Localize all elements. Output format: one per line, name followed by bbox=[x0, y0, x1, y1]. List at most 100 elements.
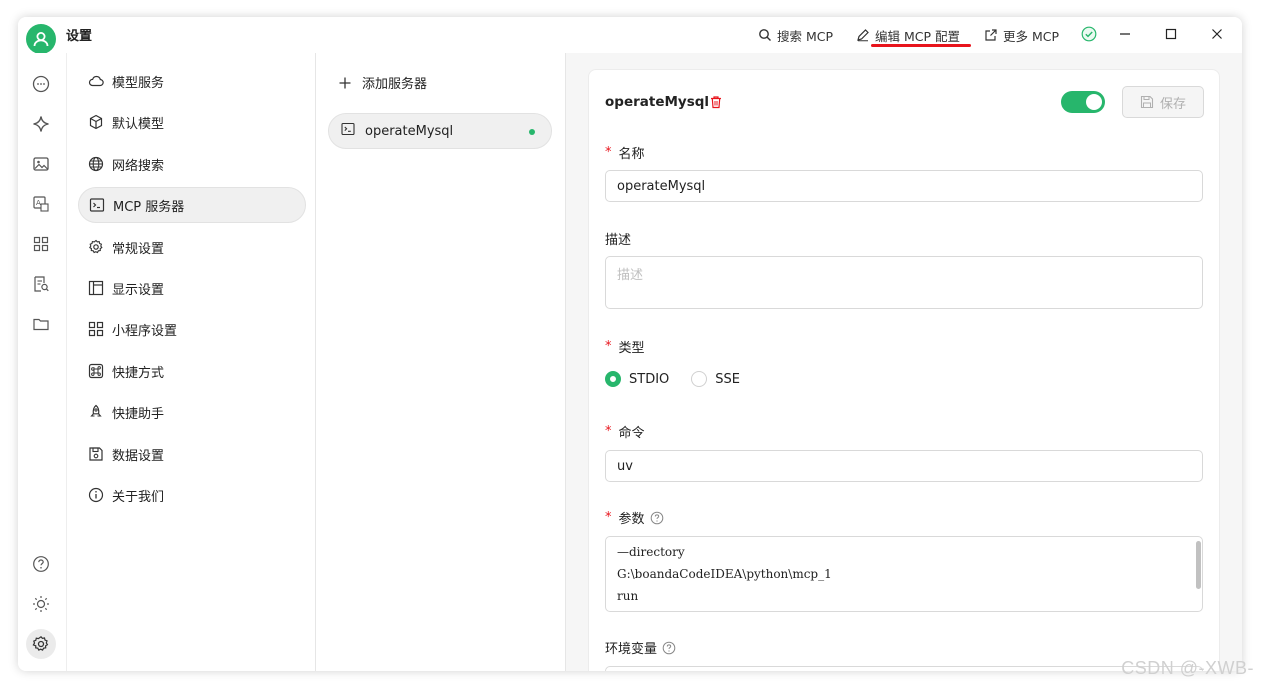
env-help-icon[interactable] bbox=[662, 641, 676, 655]
args-line: G:\boandaCodeIDEA\python\mcp_1 bbox=[617, 567, 832, 581]
description-field[interactable]: 描述 bbox=[605, 256, 1203, 309]
args-help-icon[interactable] bbox=[650, 511, 664, 525]
terminal-icon bbox=[89, 197, 105, 213]
args-label-text: 参数 bbox=[618, 512, 645, 527]
terminal-icon bbox=[341, 122, 355, 140]
server-config-card: operateMysql 保存 * 名称 operateMysql 描述 描述 *… bbox=[588, 69, 1220, 671]
radio-sse[interactable] bbox=[691, 371, 708, 387]
save-button[interactable]: 保存 bbox=[1122, 86, 1204, 118]
server-item-operatemysql[interactable]: operateMysql bbox=[328, 113, 552, 149]
menu-item-label: 模型服务 bbox=[112, 75, 165, 91]
args-scrollbar[interactable] bbox=[1196, 541, 1201, 589]
server-title: operateMysql bbox=[605, 94, 710, 110]
name-label: * 名称 bbox=[605, 145, 645, 162]
menu-item-label: 快捷方式 bbox=[112, 365, 165, 381]
server-name: operateMysql bbox=[365, 123, 454, 139]
delete-icon[interactable] bbox=[709, 95, 723, 113]
enable-toggle[interactable] bbox=[1061, 91, 1105, 113]
menu-item-miniapp-settings[interactable]: 小程序设置 bbox=[78, 311, 306, 347]
edit-mcp-config-button[interactable]: 编辑 MCP 配置 bbox=[856, 25, 960, 45]
close-button[interactable] bbox=[1208, 25, 1226, 43]
menu-item-shortcuts[interactable]: 快捷方式 bbox=[78, 353, 306, 389]
name-label-text: 名称 bbox=[618, 147, 645, 162]
help-icon[interactable] bbox=[30, 553, 52, 575]
settings-gear-icon[interactable] bbox=[26, 629, 56, 659]
translate-icon[interactable]: A bbox=[30, 193, 52, 215]
add-server-button[interactable]: 添加服务器 bbox=[338, 73, 427, 92]
cube-icon bbox=[88, 114, 104, 130]
info-icon bbox=[88, 487, 104, 503]
user-avatar[interactable] bbox=[26, 24, 56, 54]
args-line: run bbox=[617, 589, 639, 603]
type-label: * 类型 bbox=[605, 339, 645, 356]
type-label-text: 类型 bbox=[618, 341, 645, 356]
command-label: * 命令 bbox=[605, 424, 645, 441]
radio-stdio-label[interactable]: STDIO bbox=[629, 372, 669, 387]
close-icon bbox=[1212, 29, 1222, 39]
more-mcp-label: 更多 MCP bbox=[1003, 28, 1060, 44]
sun-icon[interactable] bbox=[30, 593, 52, 615]
menu-item-label: 默认模型 bbox=[112, 116, 165, 132]
apps-icon bbox=[88, 321, 104, 337]
minimize-icon bbox=[1120, 33, 1130, 35]
search-mcp-button[interactable]: 搜索 MCP bbox=[758, 25, 833, 45]
folder-icon[interactable] bbox=[30, 313, 52, 335]
menu-item-quick-assistant[interactable]: 快捷助手 bbox=[78, 394, 306, 430]
sparkle-icon[interactable] bbox=[30, 113, 52, 135]
save-label: 保存 bbox=[1159, 96, 1186, 112]
image-icon[interactable] bbox=[30, 153, 52, 175]
apps-grid-icon[interactable] bbox=[30, 233, 52, 255]
watermark: CSDN @-XWB- bbox=[1121, 658, 1254, 678]
external-link-icon bbox=[985, 29, 997, 41]
server-config-panel: operateMysql 保存 * 名称 operateMysql 描述 描述 *… bbox=[566, 53, 1242, 671]
menu-item-display-settings[interactable]: 显示设置 bbox=[78, 270, 306, 306]
minimize-button[interactable] bbox=[1116, 25, 1134, 43]
icon-rail: A bbox=[18, 53, 66, 671]
title-bar: 设置 搜索 MCP 编辑 MCP 配置 更多 MCP bbox=[18, 17, 1242, 54]
menu-item-label: 网络搜索 bbox=[112, 158, 165, 174]
env-field[interactable] bbox=[605, 666, 1203, 671]
edit-mcp-label: 编辑 MCP 配置 bbox=[875, 28, 960, 44]
maximize-icon bbox=[1165, 28, 1177, 40]
red-underline-annotation bbox=[871, 44, 971, 47]
server-status-dot bbox=[529, 129, 535, 135]
save-icon bbox=[1140, 95, 1154, 109]
command-label-text: 命令 bbox=[618, 426, 645, 441]
command-value: uv bbox=[617, 458, 633, 474]
menu-item-model-service[interactable]: 模型服务 bbox=[78, 63, 306, 99]
maximize-button[interactable] bbox=[1162, 25, 1180, 43]
name-value: operateMysql bbox=[617, 178, 706, 194]
menu-item-default-model[interactable]: 默认模型 bbox=[78, 104, 306, 140]
more-mcp-button[interactable]: 更多 MCP bbox=[984, 25, 1059, 45]
args-label: * 参数 bbox=[605, 508, 664, 527]
command-icon bbox=[88, 363, 104, 379]
settings-menu: 模型服务 默认模型 网络搜索 MCP 服务器 常规设置 显示设置 小程序设置 快… bbox=[66, 53, 316, 671]
menu-item-label: 快捷助手 bbox=[112, 406, 165, 422]
menu-item-label: MCP 服务器 bbox=[113, 199, 185, 215]
radio-sse-label[interactable]: SSE bbox=[715, 372, 740, 387]
chat-icon[interactable] bbox=[30, 73, 52, 95]
name-field[interactable]: operateMysql bbox=[605, 170, 1203, 202]
env-label-text: 环境变量 bbox=[605, 642, 658, 657]
command-field[interactable]: uv bbox=[605, 450, 1203, 482]
menu-item-general-settings[interactable]: 常规设置 bbox=[78, 229, 306, 265]
search-icon bbox=[759, 29, 771, 41]
mcp-server-list: 添加服务器 operateMysql bbox=[316, 53, 566, 671]
app-window: 设置 搜索 MCP 编辑 MCP 配置 更多 MCP A 模型服务 默认模型 网… bbox=[18, 17, 1242, 671]
radio-stdio[interactable] bbox=[605, 371, 621, 387]
plus-icon bbox=[339, 77, 351, 88]
user-icon bbox=[33, 32, 49, 47]
doc-search-icon[interactable] bbox=[30, 273, 52, 295]
status-check-icon bbox=[1080, 25, 1098, 43]
menu-item-about-us[interactable]: 关于我们 bbox=[78, 477, 306, 513]
menu-item-data-settings[interactable]: 数据设置 bbox=[78, 436, 306, 472]
search-mcp-label: 搜索 MCP bbox=[777, 28, 834, 44]
menu-item-mcp-servers[interactable]: MCP 服务器 bbox=[78, 187, 306, 223]
cloud-icon bbox=[88, 73, 104, 89]
args-field[interactable]: —directory G:\boandaCodeIDEA\python\mcp_… bbox=[605, 536, 1203, 612]
menu-item-label: 数据设置 bbox=[112, 448, 165, 464]
menu-item-web-search[interactable]: 网络搜索 bbox=[78, 146, 306, 182]
layout-icon bbox=[88, 280, 104, 296]
description-label: 描述 bbox=[605, 229, 631, 248]
pencil-icon bbox=[857, 29, 869, 42]
